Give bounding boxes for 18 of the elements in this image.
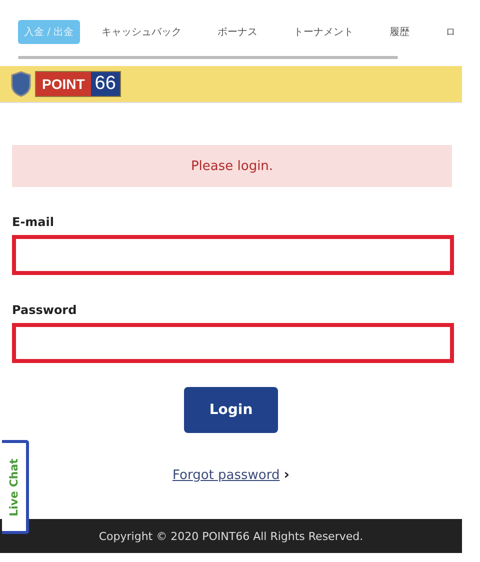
footer: Copyright © 2020 POINT66 All Rights Reserved.: [0, 519, 462, 553]
login-button[interactable]: Login: [184, 387, 278, 433]
alert-message: Please login.: [12, 145, 452, 187]
input-field[interactable]: [12, 323, 454, 363]
nav-tab[interactable]: ボーナス: [212, 20, 264, 44]
scrollbar[interactable]: [18, 56, 398, 59]
chevron: ›: [284, 467, 290, 483]
nav-tab[interactable]: トーナメント: [288, 20, 360, 44]
forgot-password-link[interactable]: Forgot password: [172, 468, 280, 482]
live-chat-tab[interactable]: Live Chat: [2, 440, 29, 534]
input-field[interactable]: [12, 235, 454, 275]
logo: POINT 66: [35, 71, 121, 97]
nav-tab[interactable]: 履歴: [384, 20, 416, 44]
field-label: E-mail: [12, 215, 56, 229]
nav-tab[interactable]: キャッシュバック: [96, 20, 188, 44]
field-label: Password: [12, 303, 78, 317]
shield-icon: [10, 71, 32, 97]
nav-tab[interactable]: ロ: [440, 20, 462, 44]
